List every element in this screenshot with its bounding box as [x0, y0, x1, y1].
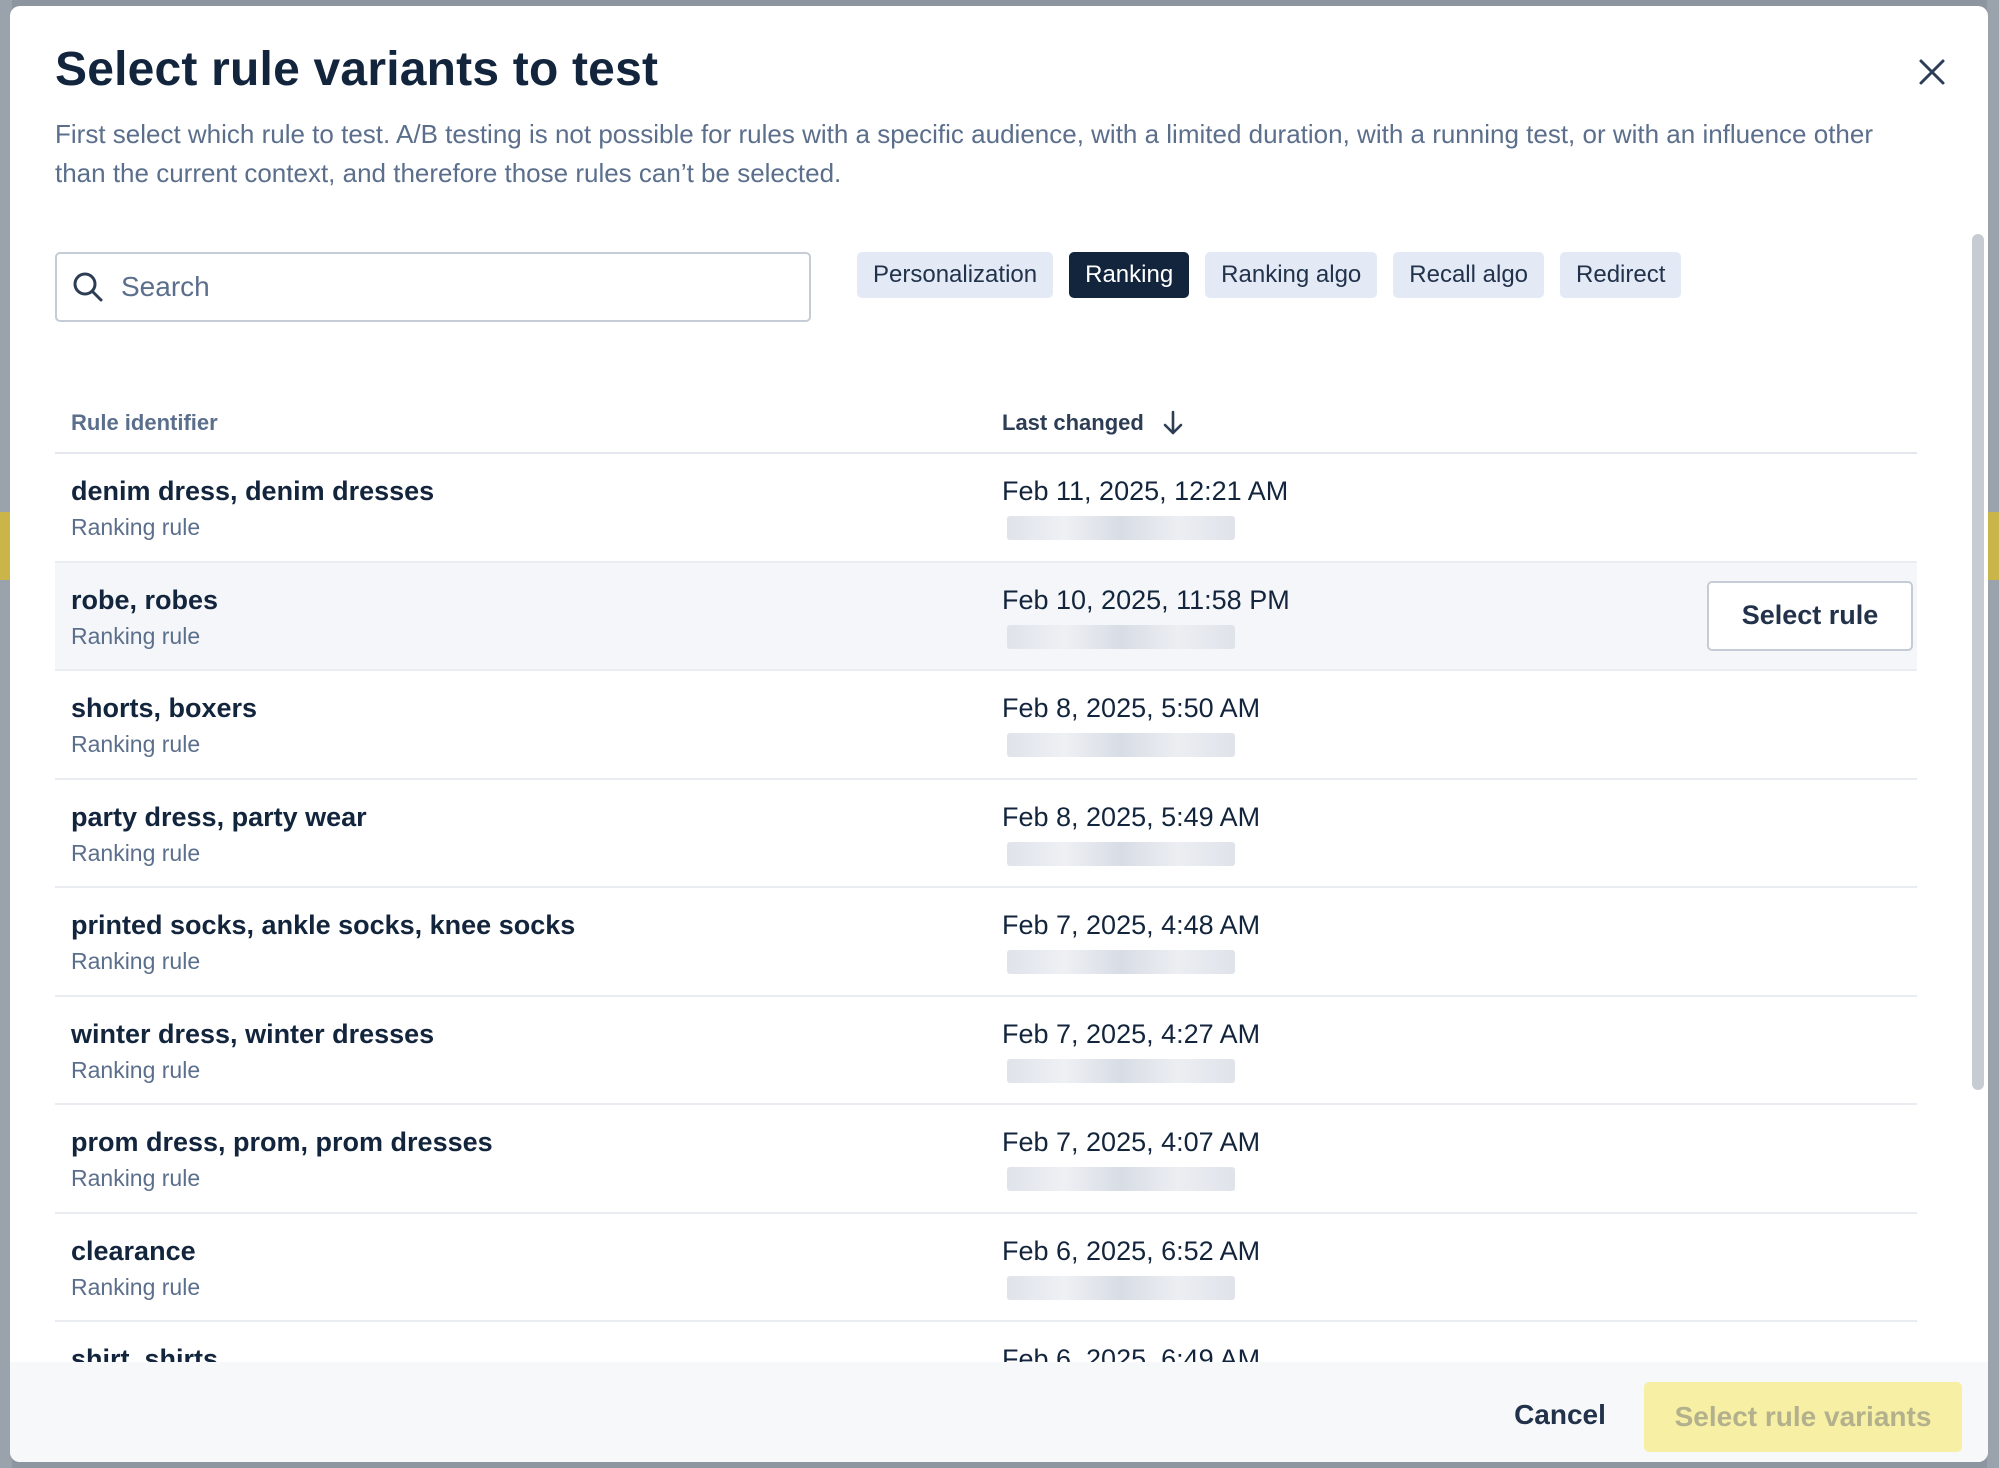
arrow-down-icon — [1163, 410, 1183, 435]
table-row[interactable]: shorts, boxers Ranking rule Feb 8, 2025,… — [55, 671, 1917, 780]
changed-by-redacted — [1007, 516, 1235, 540]
column-header-last-changed[interactable]: Last changed — [1002, 410, 1184, 436]
last-changed-date: Feb 8, 2025, 5:50 AM — [1002, 693, 1261, 723]
changed-by-redacted — [1007, 624, 1235, 649]
filter-chip-ranking-algo[interactable]: Ranking algo — [1205, 252, 1378, 298]
filter-chip-personalization[interactable]: Personalization — [857, 252, 1054, 298]
rule-type: Ranking rule — [71, 1273, 201, 1300]
dialog-footer: Cancel Select rule variants — [10, 1362, 1988, 1462]
rule-name: shorts, boxers — [71, 693, 258, 723]
rule-type: Ranking rule — [71, 1165, 201, 1191]
table-header: Rule identifier Last changed — [55, 388, 1917, 454]
search-box[interactable] — [55, 252, 811, 322]
rule-name: clearance — [71, 1235, 196, 1266]
changed-by-redacted — [1007, 841, 1235, 866]
table-row[interactable]: party dress, party wear Ranking rule Feb… — [55, 780, 1917, 888]
column-header-label: Last changed — [1002, 410, 1144, 435]
rule-type: Ranking rule — [71, 1056, 201, 1083]
rule-type: Ranking rule — [71, 839, 201, 866]
rules-table: Rule identifier Last changed denim dress… — [55, 388, 1917, 1431]
last-changed-date: Feb 7, 2025, 4:48 AM — [1002, 910, 1261, 940]
filter-chip-recall-algo[interactable]: Recall algo — [1393, 252, 1545, 298]
backdrop-highlight — [1987, 512, 1999, 580]
filter-chips: Personalization Ranking Ranking algo Rec… — [857, 252, 1682, 298]
dialog-title: Select rule variants to test — [55, 43, 659, 96]
last-changed-date: Feb 6, 2025, 6:52 AM — [1002, 1235, 1261, 1266]
changed-by-redacted — [1007, 1275, 1235, 1300]
rule-type: Ranking rule — [71, 622, 201, 649]
rule-type: Ranking rule — [71, 948, 201, 974]
filter-chip-redirect[interactable]: Redirect — [1560, 252, 1682, 298]
table-row[interactable]: denim dress, denim dresses Ranking rule … — [55, 454, 1917, 563]
rule-type: Ranking rule — [71, 731, 201, 757]
rule-name: denim dress, denim dresses — [71, 476, 435, 506]
table-row[interactable]: winter dress, winter dresses Ranking rul… — [55, 997, 1917, 1105]
close-button[interactable] — [1910, 50, 1954, 94]
table-row[interactable]: printed socks, ankle socks, knee socks R… — [55, 888, 1917, 997]
dialog-description: First select which rule to test. A/B tes… — [55, 119, 1874, 188]
column-header-rule-identifier: Rule identifier — [71, 410, 218, 435]
table-row[interactable]: prom dress, prom, prom dresses Ranking r… — [55, 1105, 1917, 1214]
last-changed-date: Feb 7, 2025, 4:27 AM — [1002, 1018, 1261, 1049]
select-rule-button[interactable]: Select rule — [1707, 580, 1913, 651]
changed-by-redacted — [1007, 733, 1235, 757]
rule-name: winter dress, winter dresses — [71, 1018, 435, 1049]
changed-by-redacted — [1007, 950, 1235, 974]
rule-name: robe, robes — [71, 584, 219, 615]
table-row[interactable]: clearance Ranking rule Feb 6, 2025, 6:52… — [55, 1214, 1917, 1322]
search-icon — [73, 272, 103, 302]
rule-name: party dress, party wear — [71, 801, 367, 832]
last-changed-date: Feb 11, 2025, 12:21 AM — [1002, 476, 1289, 506]
table-row[interactable]: robe, robes Ranking rule Feb 10, 2025, 1… — [55, 562, 1917, 671]
backdrop-right — [1987, 0, 1999, 1468]
filter-chip-ranking[interactable]: Ranking — [1069, 252, 1190, 298]
last-changed-date: Feb 7, 2025, 4:07 AM — [1002, 1127, 1261, 1157]
rule-type: Ranking rule — [71, 514, 201, 540]
toolbar: Personalization Ranking Ranking algo Rec… — [55, 252, 1917, 326]
last-changed-date: Feb 8, 2025, 5:49 AM — [1002, 801, 1261, 832]
changed-by-redacted — [1007, 1058, 1235, 1083]
cancel-button[interactable]: Cancel — [1498, 1388, 1622, 1442]
dialog-content: Personalization Ranking Ranking algo Rec… — [55, 252, 1917, 1431]
scrollbar-thumb[interactable] — [1972, 234, 1984, 1090]
close-icon — [1919, 59, 1945, 85]
changed-by-redacted — [1007, 1167, 1235, 1191]
dialog-header: Select rule variants to test First selec… — [55, 42, 1875, 193]
search-input[interactable] — [121, 271, 771, 303]
rule-name: printed socks, ankle socks, knee socks — [71, 910, 576, 940]
select-rule-dialog: Select rule variants to test First selec… — [10, 6, 1988, 1462]
last-changed-date: Feb 10, 2025, 11:58 PM — [1002, 584, 1290, 615]
select-rule-variants-button[interactable]: Select rule variants — [1644, 1382, 1962, 1452]
rule-name: prom dress, prom, prom dresses — [71, 1127, 493, 1157]
